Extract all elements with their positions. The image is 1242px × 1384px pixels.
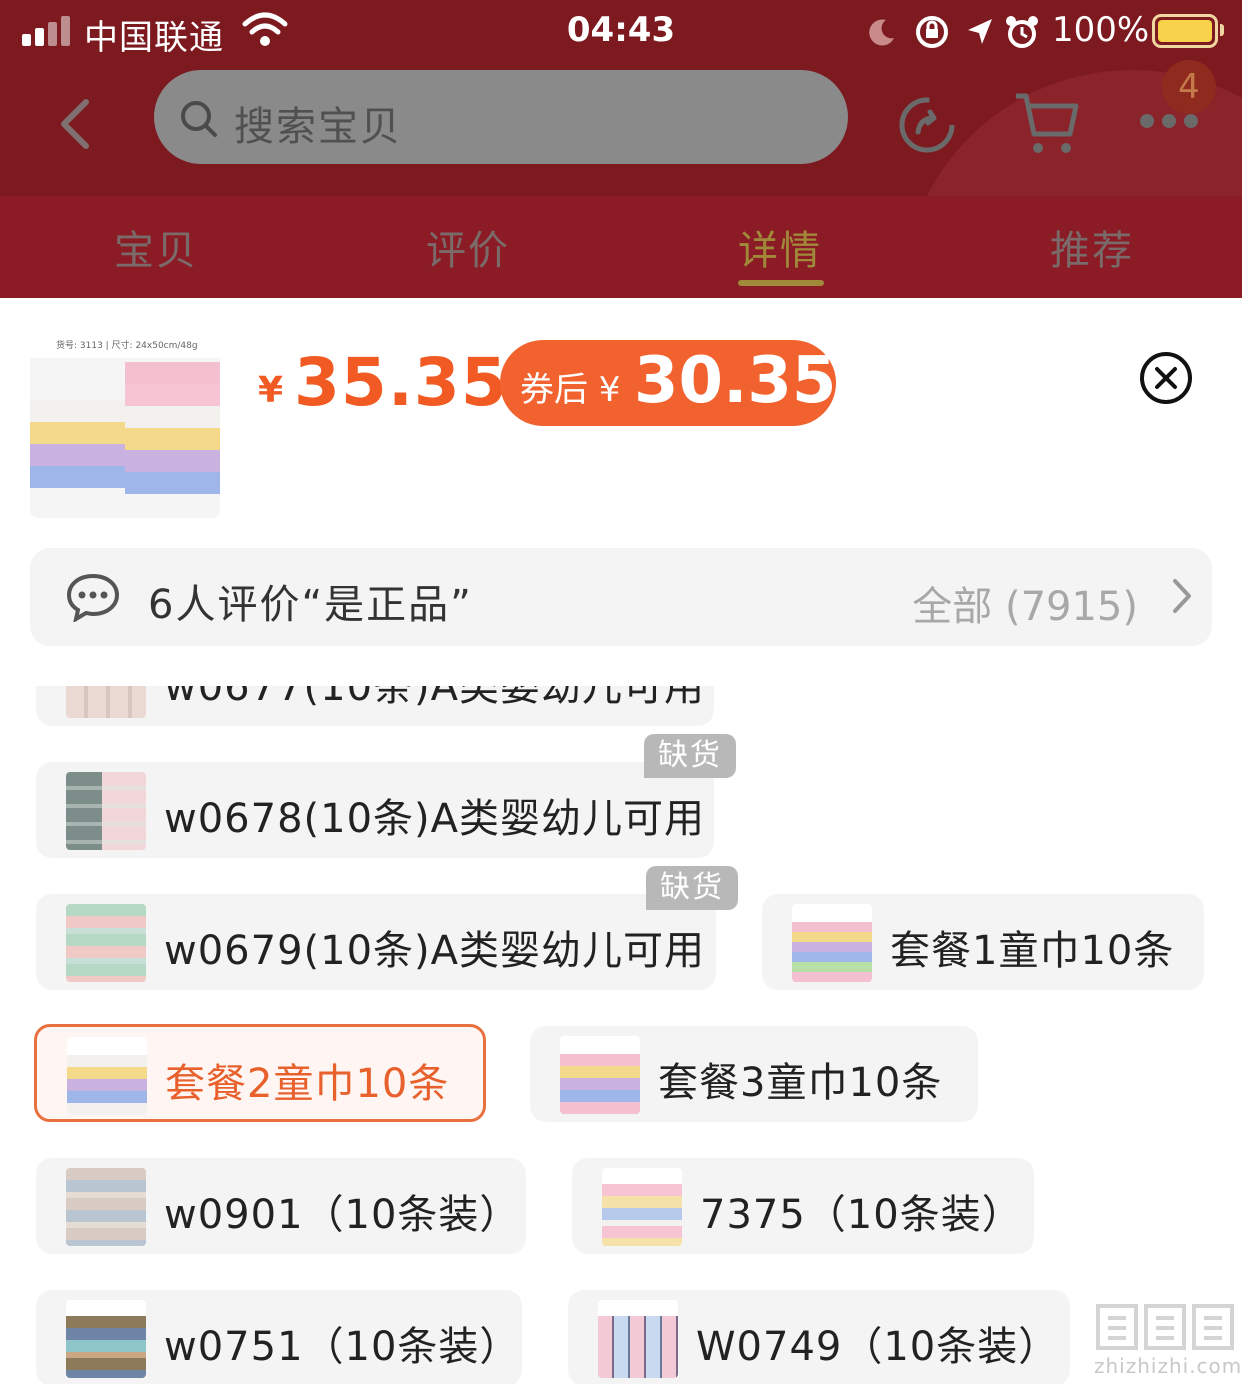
review-summary-bar[interactable]: 6人评价“是正品” 全部 (7915) bbox=[30, 548, 1212, 646]
alarm-icon bbox=[1006, 16, 1038, 48]
top-header: 中国联通 04:43 100% 搜索宝贝 4 宝贝 评价 详情 推荐 bbox=[0, 0, 1242, 298]
price: 35.35 bbox=[294, 344, 508, 421]
sku-thumbnail bbox=[66, 686, 146, 718]
sku-thumbnail bbox=[66, 904, 146, 982]
sku-option[interactable]: w0679(10条)A类婴幼儿可用 缺货 bbox=[36, 866, 738, 990]
tab-recommend[interactable]: 推荐 bbox=[1050, 218, 1134, 276]
battery-percent: 100% bbox=[1052, 10, 1150, 50]
search-placeholder: 搜索宝贝 bbox=[234, 104, 402, 150]
battery-tip bbox=[1220, 24, 1224, 36]
sku-option[interactable]: 套餐1童巾10条 bbox=[762, 894, 1204, 990]
sku-sheet: 货号: 3113 | 尺寸: 24x50cm/48g ¥ 35.35 券后 ¥ … bbox=[0, 298, 1242, 1384]
sku-label: w0679(10条)A类婴幼儿可用 bbox=[164, 928, 705, 974]
watermark-text: zhizhizhi.com bbox=[1094, 1354, 1242, 1378]
moon-icon bbox=[869, 19, 894, 46]
sku-label: w0901（10条装） bbox=[164, 1192, 521, 1238]
tab-item[interactable]: 宝贝 bbox=[114, 218, 198, 276]
search-input[interactable]: 搜索宝贝 bbox=[154, 70, 848, 164]
rotation-lock-icon bbox=[916, 16, 948, 48]
tab-details[interactable]: 详情 bbox=[738, 218, 822, 276]
sku-option[interactable]: w0751（10条装） bbox=[36, 1290, 522, 1384]
sku-thumbnail bbox=[66, 772, 146, 850]
product-thumbnail[interactable]: 货号: 3113 | 尺寸: 24x50cm/48g bbox=[30, 328, 220, 518]
sku-thumbnail bbox=[66, 1300, 146, 1378]
sku-thumbnail bbox=[792, 904, 872, 982]
sku-option[interactable]: w0901（10条装） bbox=[36, 1158, 526, 1254]
sku-thumbnail bbox=[66, 1168, 146, 1246]
thumbnail-caption: 货号: 3113 | 尺寸: 24x50cm/48g bbox=[30, 328, 220, 358]
coupon-price: 30.35 bbox=[634, 344, 837, 418]
tab-bar: 宝贝 评价 详情 推荐 bbox=[0, 196, 1242, 298]
sku-option[interactable]: W0749（10条装） bbox=[568, 1290, 1070, 1384]
sku-option[interactable]: 7375（10条装） bbox=[572, 1158, 1034, 1254]
coupon-price-badge: 券后 ¥ 30.35 bbox=[500, 340, 836, 426]
sku-label: w0751（10条装） bbox=[164, 1324, 521, 1370]
chat-bubble-icon bbox=[66, 573, 120, 622]
battery-icon bbox=[1152, 14, 1218, 48]
sku-thumbnail bbox=[560, 1036, 640, 1114]
sku-option[interactable]: 套餐3童巾10条 bbox=[530, 1026, 978, 1122]
currency-symbol: ¥ bbox=[258, 370, 284, 411]
out-of-stock-tag: 缺货 bbox=[646, 866, 738, 910]
search-icon bbox=[181, 101, 217, 137]
out-of-stock-tag: 缺货 bbox=[644, 734, 736, 778]
coupon-label: 券后 ¥ bbox=[520, 370, 621, 410]
sku-label: w0677(10条)A类婴幼儿可用 bbox=[164, 686, 705, 710]
cart-icon[interactable] bbox=[1012, 90, 1080, 156]
review-all-link[interactable]: 全部 (7915) bbox=[912, 574, 1138, 632]
sku-thumbnail bbox=[598, 1300, 678, 1378]
sku-options: w0677(10条)A类婴幼儿可用 w0678(10条)A类婴幼儿可用 缺货 w… bbox=[0, 686, 1242, 1384]
share-icon[interactable] bbox=[896, 94, 958, 156]
sku-thumbnail bbox=[602, 1168, 682, 1246]
tab-reviews[interactable]: 评价 bbox=[426, 218, 510, 276]
watermark-logo bbox=[1096, 1304, 1234, 1350]
sku-option-selected[interactable]: 套餐2童巾10条 bbox=[34, 1024, 486, 1122]
review-summary-text: 6人评价“是正品” bbox=[148, 582, 473, 628]
close-icon[interactable] bbox=[1138, 350, 1194, 406]
sku-option[interactable]: w0677(10条)A类婴幼儿可用 bbox=[36, 686, 714, 726]
active-tab-indicator bbox=[738, 280, 824, 286]
sku-label: 套餐3童巾10条 bbox=[658, 1060, 943, 1106]
chevron-right-icon bbox=[1173, 579, 1191, 613]
sku-label: W0749（10条装） bbox=[696, 1324, 1060, 1370]
sku-label: 套餐2童巾10条 bbox=[165, 1061, 450, 1107]
location-icon bbox=[968, 19, 992, 44]
sku-option[interactable]: w0678(10条)A类婴幼儿可用 缺货 bbox=[36, 734, 736, 858]
cart-badge: 4 bbox=[1162, 60, 1216, 114]
sku-thumbnail bbox=[67, 1037, 147, 1115]
back-button[interactable] bbox=[52, 94, 100, 154]
nav-bar: 搜索宝贝 4 bbox=[0, 60, 1242, 188]
sku-label: w0678(10条)A类婴幼儿可用 bbox=[164, 796, 705, 842]
status-bar: 中国联通 04:43 100% bbox=[0, 0, 1242, 64]
sku-label: 套餐1童巾10条 bbox=[890, 928, 1175, 974]
sku-label: 7375（10条装） bbox=[700, 1192, 1023, 1238]
